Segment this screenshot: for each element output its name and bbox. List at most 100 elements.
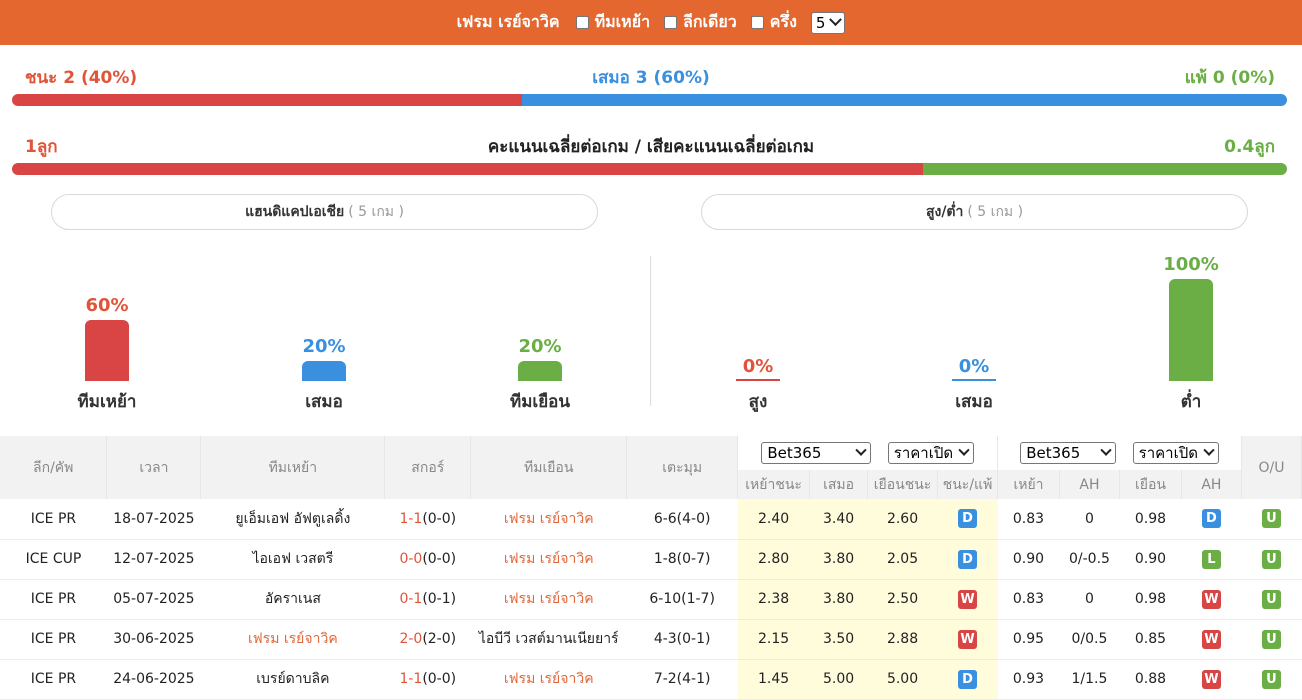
home-team-label: ทีมเหย้า [594, 12, 651, 31]
filter-same-league[interactable]: ลีกเดียว [664, 10, 737, 35]
table-row: ICE PR 24-06-2025 เบรย์ดาบลิค 1-1(0-0) เฟรม … [0, 659, 1302, 700]
ah-home-odds: 0.93 [997, 659, 1060, 700]
win-segment [12, 94, 522, 106]
ah-book-value: Bet365 [1026, 444, 1081, 462]
ou-cell: U [1241, 659, 1302, 700]
league-cell: ICE PR [0, 619, 107, 660]
overunder-tab[interactable]: สูง/ต่ำ( 5 เกม ) [701, 194, 1248, 230]
home-team-cell[interactable]: อัคราเนส [200, 579, 385, 620]
date-cell: 12-07-2025 [106, 539, 201, 580]
home-team-checkbox[interactable] [575, 16, 589, 29]
away-team-cell[interactable]: เฟรม เรย์จาวิค [470, 539, 627, 580]
ou-badge: U [1261, 629, 1281, 649]
chevron-down-icon [1203, 444, 1215, 456]
ah-home-odds: 0.90 [997, 539, 1060, 580]
ah-result-cell: D [1181, 499, 1242, 540]
league-cell: ICE PR [0, 659, 107, 700]
col-corners: เตะมุม [626, 436, 739, 499]
ah-type-value: ราคาเปิด [1138, 444, 1198, 462]
home-team-cell[interactable]: เบรย์ดาบลิค [200, 659, 385, 700]
ah-book-select[interactable]: Bet365 [1020, 442, 1117, 464]
handicap-label-2: ทีมเยือน [509, 392, 570, 412]
result-badge: W [958, 589, 978, 609]
ah-away-odds: 0.98 [1119, 499, 1182, 540]
away-team-cell[interactable]: ไอบีวี เวสต์มานเนียยาร์ [470, 619, 627, 660]
handicap-title: แฮนดิแคปเอเชีย [245, 204, 345, 220]
result-cell: W [937, 579, 998, 620]
result-cell: W [937, 619, 998, 660]
draw-odds: 3.50 [809, 619, 868, 660]
ou-cell: U [1241, 499, 1302, 540]
section-divider [650, 256, 651, 406]
col-league: ลีก/คัพ [0, 436, 108, 499]
odds-book-value: Bet365 [767, 444, 822, 462]
corners-cell: 4-3(0-1) [626, 619, 738, 660]
full-time-score: 2-0 [399, 631, 423, 647]
handicap-tab[interactable]: แฮนดิแคปเอเชีย( 5 เกม ) [51, 194, 598, 230]
draw-odds: 5.00 [809, 659, 868, 700]
goals-against-text: 0.4ลูก [1224, 137, 1275, 157]
handicap-pct-1: 20% [302, 335, 346, 357]
score-cell: 1-1(0-0) [384, 499, 471, 540]
table-row: ICE CUP 12-07-2025 ไอเอฟ เวสตรี 0-0(0-0) เฟร… [0, 539, 1302, 580]
handicap-pct-0: 60% [85, 294, 129, 316]
away-team-cell[interactable]: เฟรม เรย์จาวิค [470, 659, 627, 700]
away-win-odds: 2.50 [867, 579, 938, 620]
table-row: ICE PR 18-07-2025 ยูเอ็มเอฟ อัฟตูเลดิ้ง 1-1… [0, 499, 1302, 540]
corners-cell: 6-6(4-0) [626, 499, 738, 540]
overunder-pct-1: 0% [958, 356, 990, 377]
overunder-label-0: สูง [748, 392, 768, 412]
handicap-bar-0 [85, 319, 129, 381]
date-cell: 05-07-2025 [106, 579, 201, 620]
col-score: สกอร์ [384, 436, 472, 499]
ah-type-select[interactable]: ราคาเปิด [1132, 442, 1219, 464]
same-league-label: ลีกเดียว [683, 12, 737, 31]
goals-title: คะแนนเฉลี่ยต่อเกม / เสียคะแนนเฉลี่ยต่อเก… [487, 137, 815, 157]
chevron-down-icon [855, 444, 867, 456]
handicap-bar-2 [518, 360, 562, 381]
filter-home-team[interactable]: ทีมเหย้า [575, 10, 651, 35]
overunder-bar-0 [736, 379, 780, 381]
overunder-bar-2 [1169, 279, 1213, 381]
filter-half[interactable]: ครึ่ง [750, 10, 797, 35]
overunder-label-1: เสมอ [955, 392, 993, 412]
overunder-bar-1 [952, 379, 996, 381]
ah-home-odds: 0.83 [997, 499, 1060, 540]
ah-result-cell: W [1181, 619, 1242, 660]
col-home-win: เหย้าชนะ [737, 470, 811, 499]
col-result: ชนะ/แพ้ [937, 470, 998, 499]
same-league-checkbox[interactable] [664, 16, 678, 29]
result-cell: D [937, 499, 998, 540]
ah-home-odds: 0.95 [997, 619, 1060, 660]
odds-type-select[interactable]: ราคาเปิด [887, 442, 974, 464]
col-ah-away: เยือน [1119, 470, 1182, 499]
home-team-cell[interactable]: ไอเอฟ เวสตรี [200, 539, 385, 580]
draw-odds: 3.40 [809, 499, 868, 540]
ou-cell: U [1241, 579, 1302, 620]
home-win-odds: 2.38 [737, 579, 810, 620]
full-time-score: 1-1 [399, 510, 423, 527]
date-cell: 18-07-2025 [106, 499, 201, 540]
match-count-select[interactable]: 5 [810, 11, 846, 34]
away-team-cell[interactable]: เฟรม เรย์จาวิค [470, 499, 627, 540]
chevron-down-icon [829, 13, 843, 27]
filter-bar: เฟรม เรย์จาวิค ทีมเหย้า ลีกเดียว ครึ่ง 5 [0, 0, 1302, 45]
ou-cell: U [1241, 539, 1302, 580]
team-title: เฟรม เรย์จาวิค [456, 12, 560, 31]
draw-odds: 3.80 [809, 579, 868, 620]
league-cell: ICE PR [0, 579, 107, 620]
ah-away-odds: 0.90 [1119, 539, 1182, 580]
date-cell: 24-06-2025 [106, 659, 201, 700]
score-cell: 0-0(0-0) [384, 539, 471, 580]
away-win-odds: 2.88 [867, 619, 938, 660]
half-label: ครึ่ง [769, 12, 797, 31]
ah-away-odds: 0.88 [1119, 659, 1182, 700]
half-checkbox[interactable] [750, 16, 764, 29]
home-team-cell[interactable]: เฟรม เรย์จาวิค [200, 619, 385, 660]
away-team-cell[interactable]: เฟรม เรย์จาวิค [470, 579, 627, 620]
odds-book-select[interactable]: Bet365 [761, 442, 872, 464]
ah-home-odds: 0.83 [997, 579, 1060, 620]
col-ah-result: AH [1181, 470, 1242, 499]
home-team-cell[interactable]: ยูเอ็มเอฟ อัฟตูเลดิ้ง [200, 499, 385, 540]
col-ou: O/U [1241, 436, 1302, 499]
